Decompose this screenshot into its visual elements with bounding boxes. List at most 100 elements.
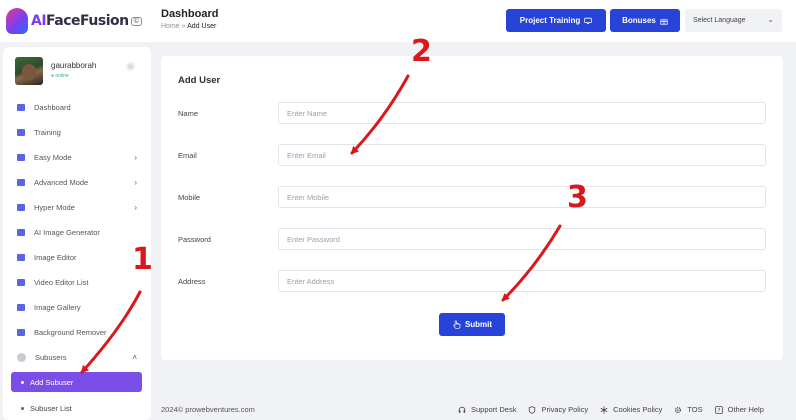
bonuses-label: Bonuses (622, 16, 656, 25)
hyper-mode-icon (17, 204, 25, 211)
bullet-icon (21, 406, 24, 410)
user-profile: gaurabborah ● online (15, 57, 96, 85)
footer-link-label: TOS (687, 405, 703, 414)
logo-badge: © (130, 16, 142, 26)
breadcrumb-separator: » (181, 23, 186, 30)
tos-link[interactable]: TOS (674, 405, 703, 414)
breadcrumb-home[interactable]: Home (161, 23, 180, 30)
sidebar-item-label: Image Editor (34, 253, 77, 262)
sidebar-item-label: Video Editor List (34, 278, 89, 287)
bullet-icon (21, 380, 24, 384)
sidebar-item-ai-image-generator[interactable]: AI Image Generator (3, 220, 151, 245)
address-label: Address (178, 277, 206, 286)
support-desk-link[interactable]: Support Desk (458, 405, 516, 414)
hand-pointer-icon (453, 320, 461, 329)
language-select[interactable]: Select Language ⌄ (685, 9, 782, 32)
profile-name: gaurabborah (51, 61, 97, 70)
sidebar-item-hyper-mode[interactable]: Hyper Mode › (3, 195, 151, 220)
sidebar-item-image-gallery[interactable]: Image Gallery (3, 295, 151, 320)
privacy-policy-link[interactable]: Privacy Policy (528, 405, 588, 414)
chevron-down-icon: ⌄ (767, 15, 774, 24)
svg-text:?: ? (717, 408, 720, 414)
sidebar-item-label: Background Remover (34, 328, 107, 337)
monitor-icon (584, 17, 592, 24)
submit-label: Submit (464, 320, 493, 329)
sidebar-item-label: Subusers (35, 353, 67, 362)
sidebar-item-label: Advanced Mode (34, 178, 89, 187)
sidebar-item-label: Hyper Mode (34, 203, 75, 212)
sidebar-item-label: Subuser List (30, 403, 72, 413)
sidebar-item-label: Training (34, 128, 61, 137)
help-icon: ? (714, 405, 723, 414)
annotation-number-3: 3 (567, 180, 588, 215)
password-input[interactable] (278, 228, 766, 250)
snowflake-icon (600, 405, 608, 414)
sidebar-item-advanced-mode[interactable]: Advanced Mode › (3, 170, 151, 195)
sidebar-item-label: Easy Mode (34, 153, 72, 162)
training-icon (17, 129, 25, 136)
image-generator-icon (17, 229, 25, 236)
mobile-input[interactable] (278, 186, 766, 208)
chevron-right-icon: › (134, 178, 137, 187)
background-remover-icon (17, 329, 25, 336)
project-training-label: Project Training (519, 16, 581, 25)
password-label: Password (178, 235, 211, 244)
gear-icon[interactable] (126, 62, 135, 71)
sidebar-item-background-remover[interactable]: Background Remover (3, 320, 151, 345)
email-label: Email (178, 151, 197, 160)
gift-icon (660, 18, 668, 25)
avatar[interactable] (15, 57, 43, 85)
sidebar-item-add-subuser[interactable]: Add Subuser (11, 372, 142, 392)
cookies-policy-link[interactable]: Cookies Policy (600, 405, 662, 414)
image-gallery-icon (17, 304, 25, 311)
name-label: Name (178, 109, 199, 118)
annotation-number-1: 1 (132, 242, 153, 277)
easy-mode-icon (17, 154, 25, 161)
sidebar-item-label: AI Image Generator (34, 228, 100, 237)
language-value: Select Language (693, 17, 746, 24)
sidebar-item-subusers[interactable]: Subusers ˄ (3, 345, 151, 370)
project-training-button[interactable]: Project Training (506, 9, 606, 32)
sidebar-item-training[interactable]: Training (3, 120, 151, 145)
gear-icon (675, 406, 682, 413)
sidebar-item-image-editor[interactable]: Image Editor (3, 245, 151, 270)
sidebar-item-label: Dashboard (34, 103, 71, 112)
sidebar-item-label: Add Subuser (30, 377, 74, 387)
advanced-mode-icon (17, 179, 25, 186)
sidebar-item-video-editor-list[interactable]: Video Editor List (3, 270, 151, 295)
breadcrumb-current: Add User (187, 23, 217, 30)
footer-link-label: Privacy Policy (541, 405, 589, 414)
chevron-up-icon: ˄ (132, 353, 137, 362)
profile-status: ● online (51, 73, 69, 79)
chevron-right-icon: › (134, 203, 137, 212)
name-input[interactable] (278, 102, 766, 124)
address-input[interactable] (278, 270, 766, 292)
footer-links: Support Desk Privacy Policy Cookies Poli… (458, 405, 764, 414)
top-bar: AIFaceFusion © Dashboard Home » Add User… (0, 0, 796, 42)
logo-text: AIFaceFusion (31, 13, 129, 29)
app-logo[interactable]: AIFaceFusion © (6, 5, 142, 37)
sidebar: gaurabborah ● online Dashboard Training … (3, 47, 151, 420)
headset-icon (458, 406, 466, 413)
logo-mark-icon (6, 8, 28, 34)
add-user-card: Add User Name Email Mobile Password Addr… (161, 56, 783, 360)
form-title: Add User (178, 75, 221, 86)
submit-button[interactable]: Submit (439, 313, 505, 336)
shield-icon (529, 405, 536, 414)
page-title: Dashboard (161, 8, 219, 20)
subusers-icon (17, 353, 26, 362)
sidebar-item-subuser-list[interactable]: Subuser List (11, 398, 142, 418)
sidebar-item-label: Image Gallery (34, 303, 81, 312)
mobile-label: Mobile (178, 193, 201, 202)
chevron-right-icon: › (134, 153, 137, 162)
sidebar-nav: Dashboard Training Easy Mode › Advanced … (3, 95, 151, 418)
footer-link-label: Cookies Policy (613, 405, 663, 414)
breadcrumb: Home » Add User (161, 23, 216, 30)
sidebar-item-easy-mode[interactable]: Easy Mode › (3, 145, 151, 170)
image-editor-icon (17, 254, 25, 261)
bonuses-button[interactable]: Bonuses (610, 9, 680, 32)
other-help-link[interactable]: ? Other Help (714, 405, 764, 414)
email-input[interactable] (278, 144, 766, 166)
sidebar-item-dashboard[interactable]: Dashboard (3, 95, 151, 120)
dashboard-icon (17, 104, 25, 111)
